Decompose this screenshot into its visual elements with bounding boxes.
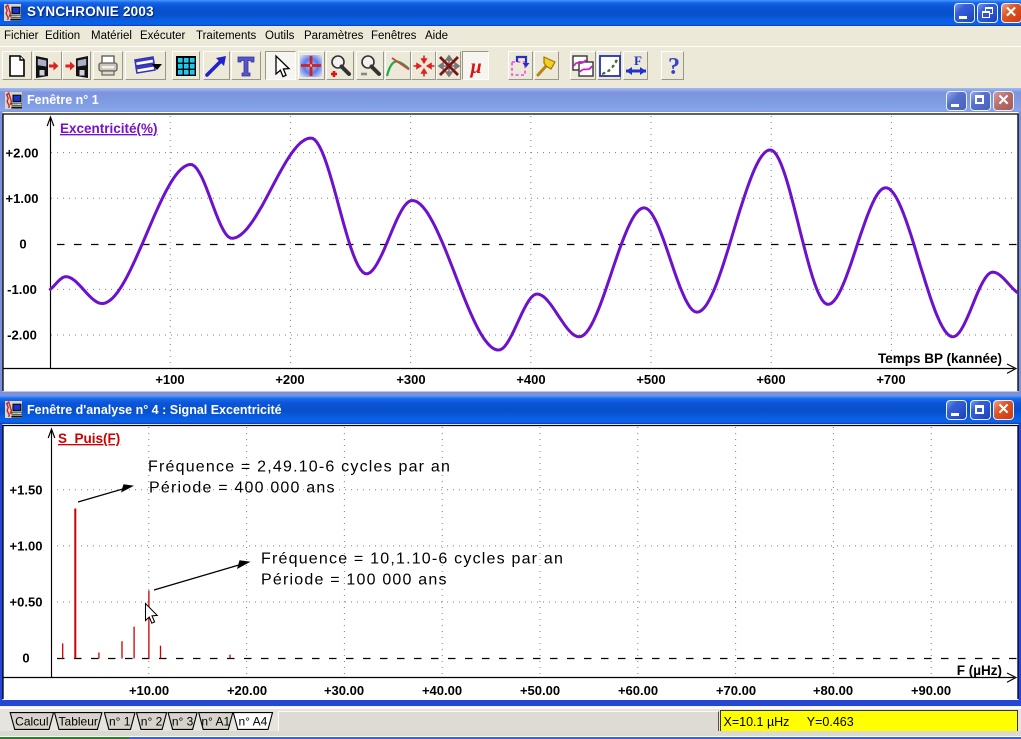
svg-text:Fréquence = 10,1.10-6 cycles p: Fréquence = 10,1.10-6 cycles par an <box>261 551 564 568</box>
svg-text:n° 2: n° 2 <box>141 715 163 729</box>
svg-text:µ: µ <box>469 56 482 78</box>
svg-text:n° 3: n° 3 <box>172 715 194 729</box>
svg-text:+50.00: +50.00 <box>520 683 560 698</box>
svg-text:0: 0 <box>22 651 29 666</box>
svg-text:+600: +600 <box>756 372 785 387</box>
svg-text:+90.00: +90.00 <box>911 683 951 698</box>
svg-text:Temps BP (kannée): Temps BP (kannée) <box>878 351 1002 366</box>
svg-text:Excentricité(%): Excentricité(%) <box>60 121 158 136</box>
svg-text:+1.00: +1.00 <box>6 191 39 206</box>
svg-text:Tableur: Tableur <box>59 715 98 729</box>
svg-text:Période = 400 000 ans: Période = 400 000 ans <box>149 480 336 497</box>
svg-text:+0.50: +0.50 <box>10 595 43 610</box>
svg-text:+200: +200 <box>275 372 304 387</box>
svg-text:+60.00: +60.00 <box>618 683 658 698</box>
svg-text:+10.00: +10.00 <box>129 683 169 698</box>
svg-text:-1.00: -1.00 <box>7 282 37 297</box>
svg-text:+700: +700 <box>876 372 905 387</box>
svg-text:n° A4: n° A4 <box>238 715 267 729</box>
svg-text:+300: +300 <box>396 372 425 387</box>
svg-text:+80.00: +80.00 <box>813 683 853 698</box>
svg-text:+40.00: +40.00 <box>422 683 462 698</box>
svg-text:0: 0 <box>19 237 26 252</box>
svg-text:n° 1: n° 1 <box>109 715 131 729</box>
svg-text:+20.00: +20.00 <box>227 683 267 698</box>
svg-text:F (µHz): F (µHz) <box>957 663 1002 678</box>
svg-text:-2.00: -2.00 <box>7 328 37 343</box>
svg-text:S_Puis(F): S_Puis(F) <box>58 431 120 446</box>
svg-text:+1.50: +1.50 <box>10 482 43 497</box>
svg-text:+500: +500 <box>636 372 665 387</box>
svg-text:n° A1: n° A1 <box>201 715 230 729</box>
svg-text:Fréquence = 2,49.10-6 cycles p: Fréquence = 2,49.10-6 cycles par an <box>148 459 451 476</box>
svg-text:+30.00: +30.00 <box>324 683 364 698</box>
svg-text:+400: +400 <box>516 372 545 387</box>
svg-text:+1.00: +1.00 <box>10 538 43 553</box>
svg-text:Calcul: Calcul <box>15 715 48 729</box>
svg-text:F: F <box>634 54 642 68</box>
svg-text:+70.00: +70.00 <box>716 683 756 698</box>
svg-text:?: ? <box>668 54 680 78</box>
svg-text:+100: +100 <box>155 372 184 387</box>
svg-text:Période = 100 000 ans: Période = 100 000 ans <box>261 572 448 589</box>
svg-text:+2.00: +2.00 <box>6 146 39 161</box>
